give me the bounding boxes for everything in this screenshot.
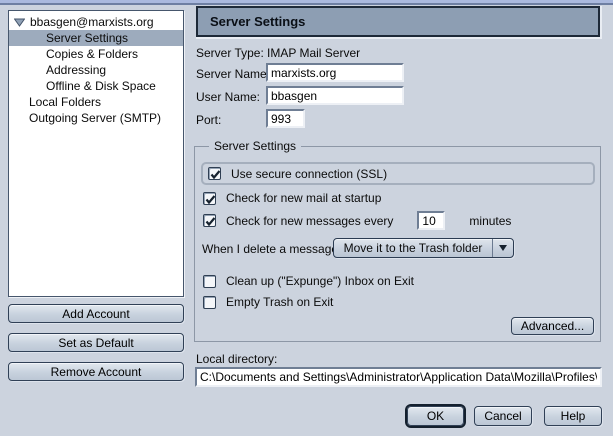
user-name-input[interactable] bbox=[266, 86, 404, 105]
port-label: Port: bbox=[196, 113, 221, 127]
empty-trash-label: Empty Trash on Exit bbox=[226, 295, 333, 309]
empty-trash-checkbox[interactable] bbox=[203, 296, 216, 309]
interval-label: Check for new messages every bbox=[226, 214, 393, 228]
sidebar-item-copies-folders[interactable]: Copies & Folders bbox=[9, 46, 183, 62]
user-name-label: User Name: bbox=[196, 90, 260, 104]
chevron-down-icon bbox=[499, 245, 507, 251]
sidebar-item-label: Server Settings bbox=[46, 31, 128, 45]
expunge-checkbox-row[interactable]: Clean up ("Expunge") Inbox on Exit bbox=[203, 274, 414, 288]
account-tree: bbasgen@marxists.org Server Settings Cop… bbox=[8, 10, 184, 297]
dropdown-selected-value: Move it to the Trash folder bbox=[334, 241, 492, 255]
ssl-checkbox-row[interactable]: Use secure connection (SSL) bbox=[201, 162, 595, 185]
help-button[interactable]: Help bbox=[544, 406, 602, 426]
sidebar-item-addressing[interactable]: Addressing bbox=[9, 62, 183, 78]
ssl-checkbox[interactable] bbox=[208, 167, 221, 180]
sidebar-item-server-settings[interactable]: Server Settings bbox=[9, 30, 183, 46]
server-type-value: IMAP Mail Server bbox=[267, 46, 360, 60]
delete-message-label: When I delete a message: bbox=[202, 242, 341, 256]
sidebar-item-label: Outgoing Server (SMTP) bbox=[29, 111, 161, 125]
remove-account-button[interactable]: Remove Account bbox=[8, 362, 184, 381]
sidebar-item-label: Copies & Folders bbox=[46, 47, 138, 61]
dropdown-arrow-button[interactable] bbox=[492, 239, 513, 257]
startup-label: Check for new mail at startup bbox=[226, 191, 381, 205]
port-input[interactable] bbox=[266, 109, 305, 128]
sidebar-item-local-folders[interactable]: Local Folders bbox=[9, 94, 183, 110]
startup-checkbox[interactable] bbox=[203, 192, 216, 205]
server-type-label: Server Type: bbox=[196, 46, 264, 60]
sidebar-item-offline-disk-space[interactable]: Offline & Disk Space bbox=[9, 78, 183, 94]
page-title: Server Settings bbox=[196, 6, 600, 37]
local-directory-input[interactable] bbox=[195, 367, 602, 387]
ok-button[interactable]: OK bbox=[407, 406, 464, 426]
sidebar-item-label: Offline & Disk Space bbox=[46, 79, 156, 93]
sidebar-item-label: Addressing bbox=[46, 63, 106, 77]
interval-checkbox-row[interactable]: Check for new messages every minutes bbox=[203, 211, 511, 230]
minutes-label: minutes bbox=[469, 214, 511, 228]
advanced-button[interactable]: Advanced... bbox=[511, 317, 594, 335]
delete-message-dropdown[interactable]: Move it to the Trash folder bbox=[333, 238, 514, 258]
set-as-default-button[interactable]: Set as Default bbox=[8, 333, 184, 352]
startup-checkbox-row[interactable]: Check for new mail at startup bbox=[203, 191, 381, 205]
twisty-open-icon[interactable] bbox=[14, 18, 25, 27]
ssl-label: Use secure connection (SSL) bbox=[231, 167, 387, 181]
tree-item-account[interactable]: bbasgen@marxists.org bbox=[9, 14, 183, 30]
expunge-checkbox[interactable] bbox=[203, 275, 216, 288]
empty-trash-checkbox-row[interactable]: Empty Trash on Exit bbox=[203, 295, 333, 309]
cancel-button[interactable]: Cancel bbox=[474, 406, 532, 426]
interval-minutes-input[interactable] bbox=[417, 211, 445, 230]
window-top-shadow bbox=[0, 3, 613, 5]
account-label: bbasgen@marxists.org bbox=[30, 14, 154, 30]
server-name-label: Server Name: bbox=[196, 67, 270, 81]
server-settings-group-legend: Server Settings bbox=[209, 139, 301, 153]
local-directory-label: Local directory: bbox=[196, 352, 277, 366]
sidebar-item-label: Local Folders bbox=[29, 95, 101, 109]
server-name-input[interactable] bbox=[266, 63, 404, 82]
sidebar-item-outgoing-server[interactable]: Outgoing Server (SMTP) bbox=[9, 110, 183, 126]
interval-checkbox[interactable] bbox=[203, 214, 216, 227]
expunge-label: Clean up ("Expunge") Inbox on Exit bbox=[226, 274, 414, 288]
add-account-button[interactable]: Add Account bbox=[8, 304, 184, 323]
